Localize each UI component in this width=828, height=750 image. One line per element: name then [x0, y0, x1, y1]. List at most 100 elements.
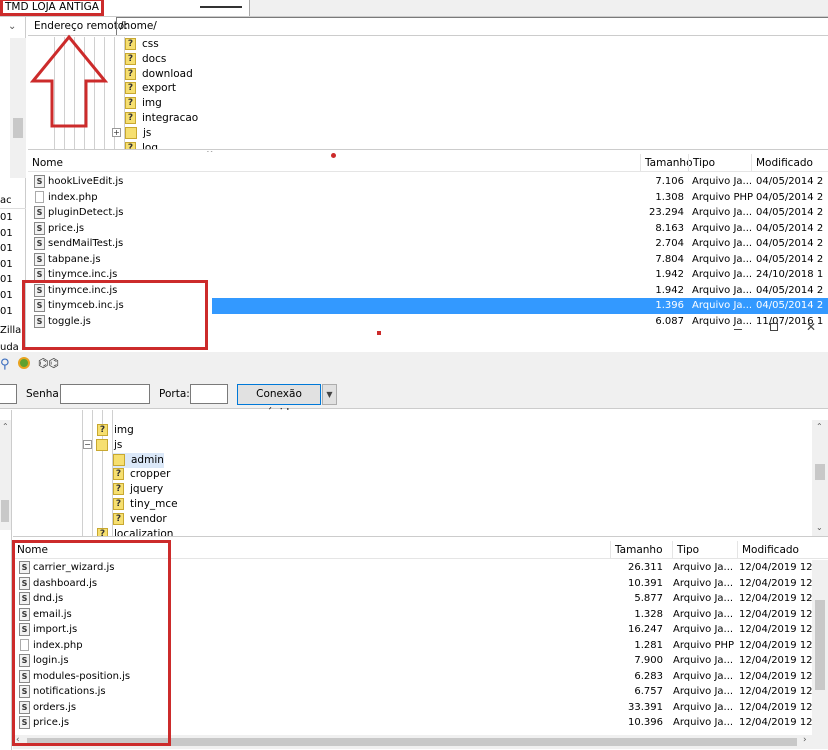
col-header-modified-bottom[interactable]: Modificado — [737, 541, 828, 559]
tree-item-download[interactable]: ? download — [125, 67, 193, 82]
tree-item-docs[interactable]: ? docs — [125, 52, 166, 67]
tree-item-log[interactable]: ? log — [125, 141, 158, 149]
binoculars-icon[interactable]: ⌬⌬ — [38, 356, 59, 370]
unknown-folder-icon: ? — [113, 498, 124, 510]
js-file-icon: S — [34, 237, 45, 250]
search-icon[interactable]: ⚲ — [0, 357, 10, 372]
host-field[interactable] — [0, 384, 17, 404]
left-bottom-chevron-up-icon[interactable]: ⌃ — [2, 422, 9, 431]
red-dot-marker-2 — [377, 331, 381, 335]
remote-tree-top: ? css? docs? download? export? img? integracao… — [28, 37, 828, 150]
files-bottom-scroll-thumb[interactable] — [815, 600, 825, 690]
tree-item-js[interactable]: + js — [112, 126, 151, 141]
file-row[interactable]: Sprice.js 8.163 Arquivo Ja... 04/05/2014 2 — [32, 221, 828, 237]
file-modified: 12/04/2019 12 — [739, 608, 813, 620]
port-field[interactable] — [190, 384, 228, 404]
password-field[interactable] — [60, 384, 150, 404]
tree-item-admin[interactable]: admin — [113, 452, 164, 468]
js-file-icon: S — [34, 175, 45, 188]
file-size: 8.163 — [655, 222, 684, 234]
tree-item-label: download — [142, 67, 193, 80]
quickconnect-dropdown-button[interactable]: ▼ — [322, 384, 337, 405]
tree-item-localization[interactable]: ? localization — [97, 527, 174, 537]
tree-item-jquery[interactable]: ? jquery — [113, 482, 163, 497]
unknown-folder-icon: ? — [125, 38, 136, 50]
file-size: 1.942 — [655, 269, 684, 280]
tree-scroll-up-icon[interactable]: ⌃ — [816, 422, 823, 431]
file-size: 6.087 — [655, 315, 684, 327]
hscroll-right-icon[interactable]: › — [803, 735, 807, 745]
file-modified: 12/04/2019 12 — [739, 670, 813, 682]
sync-icon[interactable] — [18, 357, 30, 369]
remote-address-input[interactable]: /home/ — [116, 17, 828, 35]
file-name: hookLiveEdit.js — [48, 176, 124, 187]
tree-bottom-scrollbar[interactable]: ⌃ ⌄ — [812, 420, 828, 536]
file-size: 5.877 — [634, 593, 663, 604]
tree-item-cropper[interactable]: ? cropper — [113, 467, 170, 482]
unknown-folder-icon: ? — [125, 112, 136, 124]
left-strip-header: ac — [0, 192, 26, 209]
tree-scroll-down-icon[interactable]: ⌄ — [816, 523, 823, 532]
tree-item-tiny_mce[interactable]: ? tiny_mce — [113, 497, 178, 512]
files-bottom-scrollbar[interactable] — [812, 560, 828, 735]
tree-item-img[interactable]: ? img — [125, 96, 162, 111]
file-type: Arquivo Ja... — [692, 300, 753, 311]
tree-item-export[interactable]: ? export — [125, 81, 176, 96]
tree-item-label: localization — [114, 527, 174, 537]
file-row[interactable]: index.php 1.308 Arquivo PHP 04/05/2014 2 — [32, 190, 828, 206]
tree-item-label: js — [143, 126, 152, 139]
file-modified: 12/04/2019 12 — [739, 562, 813, 573]
remote-tree-bottom: ? img − js admin? cropper? jquery? tiny_mce? ven… — [13, 410, 828, 537]
file-row[interactable]: SsendMailTest.js 2.704 Arquivo Ja... 04/05/… — [32, 236, 828, 252]
left-bottom-scroll-thumb[interactable] — [1, 500, 9, 522]
tree-item-img[interactable]: ? img — [97, 423, 134, 438]
annotation-box-bottom-files — [12, 540, 171, 746]
file-size: 1.396 — [655, 300, 684, 311]
col-header-size[interactable]: Tamanho — [640, 154, 693, 172]
tree-item-css[interactable]: ? css — [125, 37, 159, 52]
window-close-icon[interactable]: ✕ — [806, 320, 816, 334]
file-row[interactable]: ShookLiveEdit.js 7.106 Arquivo Ja... 04/05/… — [32, 174, 828, 190]
file-type: Arquivo Ja... — [692, 222, 753, 234]
remote-address-bar: Endereço remoto: /home/ — [28, 17, 828, 36]
file-type: Arquivo Ja... — [673, 593, 734, 604]
left-top-scroll-thumb[interactable] — [13, 118, 23, 138]
col-header-modified[interactable]: Modificado — [751, 154, 828, 172]
tree-item-js[interactable]: − js — [83, 438, 122, 453]
file-modified: 04/05/2014 2 — [756, 222, 824, 234]
col-header-type[interactable]: Tipo — [688, 154, 751, 172]
file-size: 2.704 — [655, 238, 684, 249]
file-row[interactable]: SpluginDetect.js 23.294 Arquivo Ja... 04/05… — [32, 205, 828, 221]
left-chevron-down-icon[interactable]: ⌄ — [8, 21, 16, 32]
file-size: 1.308 — [655, 191, 684, 203]
unknown-folder-icon: ? — [97, 424, 108, 436]
col-header-size-bottom[interactable]: Tamanho — [610, 541, 672, 559]
file-modified: 04/05/2014 2 — [756, 176, 824, 187]
tree-item-label: img — [142, 97, 162, 110]
left-top-scrollbar[interactable] — [10, 38, 26, 178]
file-modified: 12/04/2019 12 — [739, 577, 813, 589]
password-label: Senha: — [26, 388, 63, 400]
tree-item-label: vendor — [130, 512, 167, 525]
left-bottom-scrollbar[interactable]: ⌃ — [0, 420, 11, 530]
file-modified: 04/05/2014 2 — [756, 253, 824, 265]
col-header-type-bottom[interactable]: Tipo — [672, 541, 737, 559]
collapse-icon[interactable]: − — [83, 440, 92, 450]
file-row[interactable]: Stabpane.js 7.804 Arquivo Ja... 04/05/2014 … — [32, 252, 828, 268]
left-strip-row: 01 — [0, 227, 13, 239]
file-size: 1.328 — [634, 608, 663, 620]
tree-item-integracao[interactable]: ? integracao — [125, 111, 198, 126]
file-modified: 24/10/2018 1 — [756, 269, 824, 280]
expand-icon[interactable]: + — [112, 128, 121, 138]
window-restore-icon[interactable] — [770, 323, 778, 331]
file-type: Arquivo Ja... — [692, 284, 753, 296]
file-size: 33.391 — [628, 701, 663, 713]
file-type: Arquivo Ja... — [673, 577, 734, 589]
tree-bottom-scroll-thumb[interactable] — [815, 464, 825, 480]
tree-item-label: img — [114, 424, 134, 436]
window-minimize-icon[interactable] — [734, 329, 742, 330]
tree-item-vendor[interactable]: ? vendor — [113, 512, 167, 527]
quickconnect-button[interactable]: Conexão rápida — [237, 384, 321, 419]
folder-icon — [125, 126, 137, 139]
file-type: Arquivo Ja... — [692, 253, 753, 265]
